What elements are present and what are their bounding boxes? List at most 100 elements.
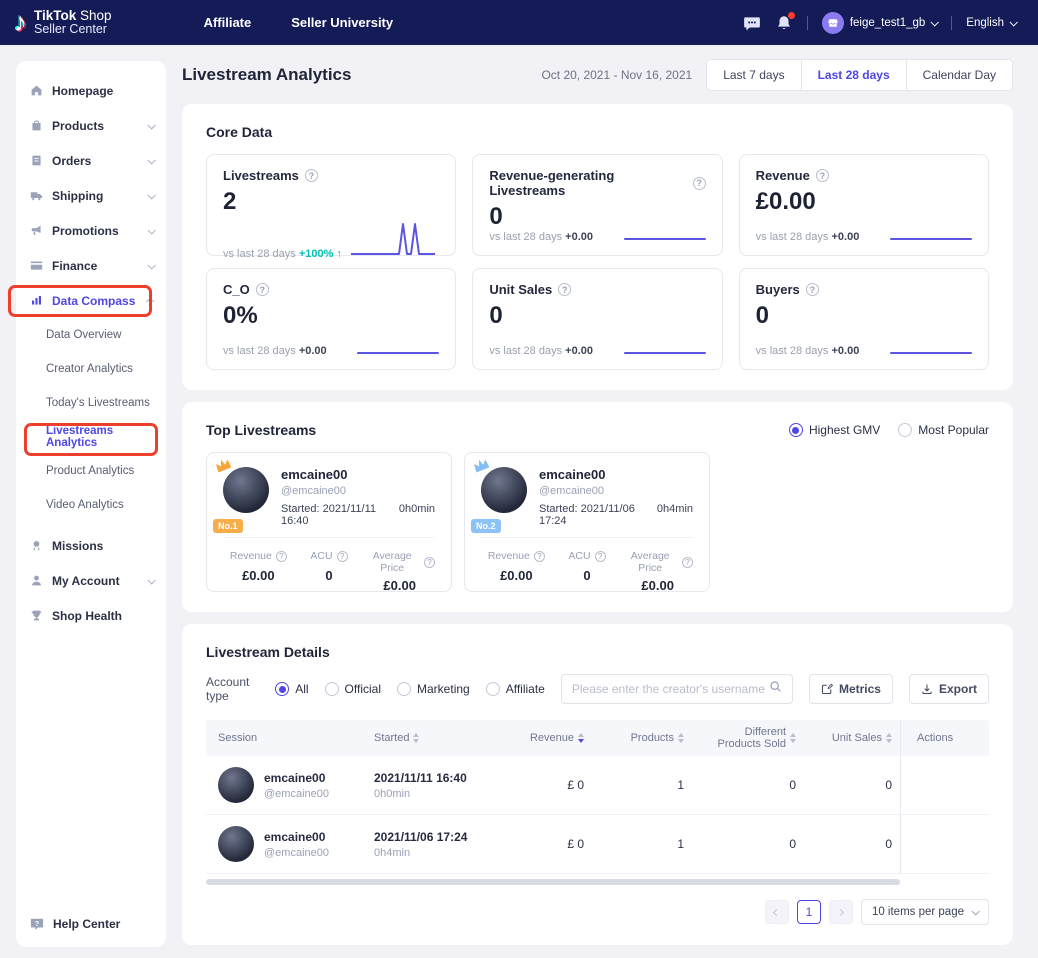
delta-value: +0.00 — [299, 345, 327, 357]
sidebar-subitem-data-overview[interactable]: Data Overview — [16, 318, 166, 352]
sidebar-subitem-livestreams-analytics[interactable]: Livestreams Analytics — [16, 420, 166, 454]
horizontal-scrollbar[interactable] — [206, 879, 900, 885]
help-tooltip-icon[interactable]: ? — [534, 551, 545, 562]
export-button[interactable]: Export — [909, 674, 989, 704]
column-unit-sales[interactable]: Unit Sales — [804, 732, 900, 744]
column-products[interactable]: Products — [592, 732, 692, 744]
help-tooltip-icon[interactable]: ? — [816, 169, 829, 182]
sparkline-flat — [357, 352, 439, 354]
sidebar-item-shop-health[interactable]: Shop Health — [16, 598, 166, 633]
column-started[interactable]: Started — [366, 732, 504, 744]
creator-search-input[interactable] — [572, 682, 769, 696]
delta-value: +100% — [299, 248, 334, 260]
tiktok-shop-logo[interactable]: ♪ TikTok Shop Seller Center — [14, 9, 112, 36]
metrics-button[interactable]: Metrics — [809, 674, 893, 704]
page-title: Livestream Analytics — [182, 65, 351, 85]
help-tooltip-icon[interactable]: ? — [806, 283, 819, 296]
sidebar-item-products[interactable]: Products — [16, 108, 166, 143]
sidebar-item-orders[interactable]: Orders — [16, 143, 166, 178]
sparkline-chart — [347, 216, 439, 260]
account-type-official[interactable]: Official — [325, 682, 381, 696]
radio-unselected-icon — [898, 423, 912, 437]
livestream-details-panel: Livestream Details Account type All Offi… — [182, 624, 1013, 945]
page-size-select[interactable]: 10 items per page — [861, 899, 989, 925]
sidebar-item-shipping[interactable]: Shipping — [16, 178, 166, 213]
sort-icon — [678, 733, 684, 743]
help-tooltip-icon[interactable]: ? — [424, 557, 435, 568]
language-label: English — [966, 17, 1004, 29]
help-tooltip-icon[interactable]: ? — [595, 551, 606, 562]
range-last-7-days-button[interactable]: Last 7 days — [707, 60, 800, 90]
sort-icon — [413, 733, 419, 743]
sidebar-subitem-product-analytics[interactable]: Product Analytics — [16, 454, 166, 488]
livestream-details-title: Livestream Details — [206, 644, 989, 660]
date-range-segmented-control: Last 7 days Last 28 days Calendar Day — [706, 59, 1013, 91]
sort-icon — [790, 733, 796, 743]
sidebar-item-data-compass[interactable]: Data Compass — [16, 283, 166, 318]
user-menu[interactable]: feige_test1_gb — [822, 12, 937, 34]
help-tooltip-icon[interactable]: ? — [337, 551, 348, 562]
date-range-label: Oct 20, 2021 - Nov 16, 2021 — [541, 68, 692, 82]
range-last-28-days-button[interactable]: Last 28 days — [801, 60, 906, 90]
sidebar-subitem-video-analytics[interactable]: Video Analytics — [16, 488, 166, 522]
account-type-all[interactable]: All — [275, 682, 308, 696]
sidebar-item-finance[interactable]: Finance — [16, 248, 166, 283]
radio-highest-gmv[interactable]: Highest GMV — [789, 423, 880, 437]
notifications-bell-icon[interactable] — [775, 14, 793, 32]
sort-icon — [886, 733, 892, 743]
creator-name: emcaine00 — [281, 467, 435, 482]
nav-affiliate[interactable]: Affiliate — [204, 15, 252, 30]
pagination: 1 10 items per page — [206, 899, 989, 925]
download-icon — [921, 683, 933, 695]
help-tooltip-icon[interactable]: ? — [305, 169, 318, 182]
help-center-link[interactable]: ? Help Center — [30, 917, 120, 931]
rank-badge: No.1 — [213, 519, 243, 533]
help-tooltip-icon[interactable]: ? — [558, 283, 571, 296]
language-menu[interactable]: English — [966, 17, 1016, 29]
help-tooltip-icon[interactable]: ? — [276, 551, 287, 562]
started-label: Started: 2021/11/11 16:40 — [281, 503, 399, 527]
duration: 0h0min — [374, 788, 496, 800]
range-calendar-day-button[interactable]: Calendar Day — [906, 60, 1012, 90]
sidebar-subitem-todays-livestreams[interactable]: Today's Livestreams — [16, 386, 166, 420]
username: feige_test1_gb — [850, 17, 925, 29]
top-livestream-card-2[interactable]: No.2 emcaine00 @emcaine00 Started: 2021/… — [464, 452, 710, 592]
next-page-button[interactable] — [829, 900, 853, 924]
shipping-truck-icon — [30, 189, 43, 202]
sidebar-item-my-account[interactable]: My Account — [16, 563, 166, 598]
current-page-button[interactable]: 1 — [797, 900, 821, 924]
radio-most-popular[interactable]: Most Popular — [898, 423, 989, 437]
delta-value: +0.00 — [831, 345, 859, 357]
sidebar-item-promotions[interactable]: Promotions — [16, 213, 166, 248]
metric-card-livestreams: Livestreams? 2 vs last 28 days +100% ↑ — [206, 154, 456, 256]
chevron-down-icon — [147, 156, 155, 164]
search-icon[interactable] — [769, 680, 782, 698]
chat-icon[interactable] — [743, 14, 761, 32]
help-tooltip-icon[interactable]: ? — [256, 283, 269, 296]
help-tooltip-icon[interactable]: ? — [693, 177, 706, 190]
megaphone-icon — [30, 224, 43, 237]
livestream-details-table: Session Started Revenue Products Differe… — [206, 720, 989, 885]
creator-avatar — [481, 467, 527, 513]
prev-page-button[interactable] — [765, 900, 789, 924]
sidebar-item-homepage[interactable]: Homepage — [16, 73, 166, 108]
column-different-products-sold[interactable]: Different Products Sold — [692, 726, 804, 750]
duration-label: 0h0min — [399, 503, 435, 527]
account-type-marketing[interactable]: Marketing — [397, 682, 470, 696]
notification-dot — [788, 12, 795, 19]
sidebar-item-missions[interactable]: Missions — [16, 528, 166, 563]
duration-label: 0h4min — [657, 503, 693, 527]
logo-tiktok: TikTok — [34, 8, 76, 23]
sidebar-subitem-creator-analytics[interactable]: Creator Analytics — [16, 352, 166, 386]
nav-seller-university[interactable]: Seller University — [291, 15, 393, 30]
creator-avatar — [223, 467, 269, 513]
help-tooltip-icon[interactable]: ? — [682, 557, 693, 568]
top-livestream-card-1[interactable]: No.1 emcaine00 @emcaine00 Started: 2021/… — [206, 452, 452, 592]
trend-up-icon: ↑ — [336, 248, 342, 260]
top-navbar: ♪ TikTok Shop Seller Center Affiliate Se… — [0, 0, 1038, 45]
divider — [807, 16, 808, 30]
radio-selected-icon — [789, 423, 803, 437]
chevron-left-icon — [773, 908, 780, 915]
column-revenue[interactable]: Revenue — [504, 732, 592, 744]
account-type-affiliate[interactable]: Affiliate — [486, 682, 545, 696]
